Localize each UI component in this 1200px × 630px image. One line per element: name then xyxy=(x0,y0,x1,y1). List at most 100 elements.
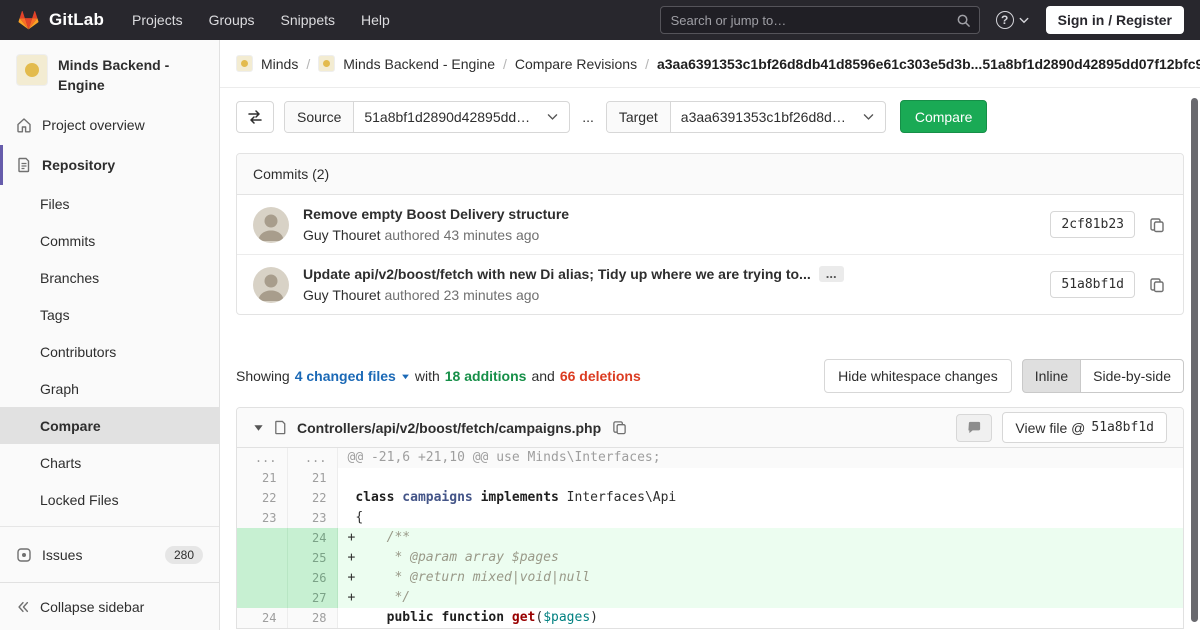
target-ref-dropdown[interactable]: a3aa6391353c1bf26d8d… xyxy=(671,102,885,132)
copy-sha-button[interactable] xyxy=(1147,215,1167,235)
sidebar-item-contributors[interactable]: Contributors xyxy=(0,333,219,370)
help-dropdown[interactable]: ? xyxy=(995,11,1030,29)
swap-revisions-button[interactable] xyxy=(236,100,274,133)
commit-author-link[interactable]: Guy Thouret xyxy=(303,227,381,243)
commit-title-link[interactable]: Update api/v2/boost/fetch with new Di al… xyxy=(303,266,811,282)
sidebar-item-files[interactable]: Files xyxy=(0,185,219,222)
diff-row: 23 23 { xyxy=(237,508,1183,528)
toggle-commit-description-button[interactable]: ... xyxy=(818,266,844,282)
sidebar-item-project-overview[interactable]: Project overview xyxy=(0,105,219,145)
diff-file-path[interactable]: Controllers/api/v2/boost/fetch/campaigns… xyxy=(297,420,601,436)
comment-icon xyxy=(967,420,982,435)
commit-sha-link[interactable]: 51a8bf1d xyxy=(1050,271,1135,298)
sidebar-item-branches[interactable]: Branches xyxy=(0,259,219,296)
changed-files-label: 4 changed files xyxy=(294,368,396,384)
view-file-button[interactable]: View file @ 51a8bf1d xyxy=(1002,412,1167,443)
repository-subnav: Files Commits Branches Tags Contributors… xyxy=(0,185,219,518)
and-label: and xyxy=(531,368,555,384)
copy-icon xyxy=(1149,217,1165,233)
nav-item-groups[interactable]: Groups xyxy=(209,12,255,28)
collapse-sidebar-button[interactable]: Collapse sidebar xyxy=(0,582,219,630)
new-line-number[interactable]: 27 xyxy=(287,588,338,608)
commit-meta: Guy Thouret authored 43 minutes ago xyxy=(303,227,569,243)
commit-author-link[interactable]: Guy Thouret xyxy=(303,287,381,303)
file-icon xyxy=(273,420,288,435)
new-line-number[interactable]: 22 xyxy=(287,488,338,508)
new-line-number[interactable]: 25 xyxy=(287,548,338,568)
sidebar-project-link[interactable]: Minds Backend - Engine xyxy=(0,40,219,105)
diff-row: ...... @@ -21,6 +21,10 @@ use Minds\Inter… xyxy=(237,448,1183,468)
search-box xyxy=(659,6,980,34)
caret-down-icon xyxy=(401,372,410,381)
collapse-file-caret-icon[interactable] xyxy=(253,422,264,433)
code-token: { xyxy=(355,510,364,525)
scrollbar[interactable] xyxy=(1191,98,1198,622)
sidebar-item-graph[interactable]: Graph xyxy=(0,370,219,407)
code-cell: + */ xyxy=(337,588,1183,608)
repository-icon xyxy=(16,157,32,173)
commit-title-link[interactable]: Remove empty Boost Delivery structure xyxy=(303,206,569,222)
sidebar-item-charts[interactable]: Charts xyxy=(0,444,219,481)
source-input-group: Source 51a8bf1d2890d42895dd… xyxy=(284,100,571,133)
old-line-number[interactable]: 22 xyxy=(237,488,288,508)
diff-row: 25 + * @param array $pages xyxy=(237,548,1183,568)
sidebar-item-commits[interactable]: Commits xyxy=(0,222,219,259)
breadcrumb-compare-revisions[interactable]: Compare Revisions xyxy=(515,56,637,72)
commit-author-avatar[interactable] xyxy=(253,266,289,303)
diff-file-panel: Controllers/api/v2/boost/fetch/campaigns… xyxy=(236,407,1184,629)
sidebar-item-issues[interactable]: Issues 280 xyxy=(0,535,219,575)
sidebar-item-compare[interactable]: Compare xyxy=(0,407,219,445)
code-cell: public function get($pages) xyxy=(337,608,1183,628)
new-line-number[interactable]: 28 xyxy=(287,608,338,628)
toggle-comments-button[interactable] xyxy=(956,413,993,442)
side-by-side-view-button[interactable]: Side-by-side xyxy=(1080,359,1184,393)
nav-item-help[interactable]: Help xyxy=(361,12,390,28)
diff-table: ...... @@ -21,6 +21,10 @@ use Minds\Inter… xyxy=(237,448,1183,628)
old-line-number[interactable] xyxy=(237,588,288,608)
old-line-number[interactable]: ... xyxy=(237,448,288,468)
old-line-number[interactable] xyxy=(237,548,288,568)
diff-row: 27 + */ xyxy=(237,588,1183,608)
code-token: get xyxy=(511,610,536,625)
commit-sha-link[interactable]: 2cf81b23 xyxy=(1050,211,1135,238)
sidebar-item-tags[interactable]: Tags xyxy=(0,296,219,333)
copy-sha-button[interactable] xyxy=(1147,275,1167,295)
sign-in-button[interactable]: Sign in / Register xyxy=(1045,6,1184,34)
old-line-number[interactable] xyxy=(237,568,288,588)
old-line-number[interactable]: 21 xyxy=(237,468,288,488)
nav-menu: Projects Groups Snippets Help xyxy=(132,12,390,28)
breadcrumb-group[interactable]: Minds xyxy=(261,56,298,72)
sidebar-item-repository[interactable]: Repository xyxy=(0,145,219,186)
search-input[interactable] xyxy=(660,7,979,33)
sidebar-item-locked-files[interactable]: Locked Files xyxy=(0,481,219,518)
copy-icon xyxy=(612,420,627,435)
changed-files-dropdown[interactable]: 4 changed files xyxy=(295,368,410,384)
breadcrumb-project[interactable]: Minds Backend - Engine xyxy=(343,56,495,72)
new-line-number[interactable]: 23 xyxy=(287,508,338,528)
breadcrumb-current-range: a3aa6391353c1bf26d8db41d8596e61c303e5d3b… xyxy=(656,55,1200,72)
new-line-number[interactable]: 21 xyxy=(287,468,338,488)
copy-file-path-button[interactable] xyxy=(610,418,629,437)
old-line-number[interactable]: 24 xyxy=(237,608,288,628)
code-token: ) xyxy=(590,610,598,625)
old-line-number[interactable] xyxy=(237,528,288,548)
commit-author-avatar[interactable] xyxy=(253,206,289,243)
new-line-number[interactable]: 26 xyxy=(287,568,338,588)
compare-button[interactable]: Compare xyxy=(899,100,988,133)
view-file-sha: 51a8bf1d xyxy=(1091,420,1154,435)
sidebar: Minds Backend - Engine Project overview … xyxy=(0,40,220,630)
gitlab-logo-link[interactable]: GitLab xyxy=(16,8,104,32)
additions-count: 18 additions xyxy=(444,368,527,384)
commit-actions: 51a8bf1d xyxy=(1050,271,1167,298)
source-ref-dropdown[interactable]: 51a8bf1d2890d42895dd… xyxy=(354,102,569,132)
new-line-number[interactable]: ... xyxy=(287,448,338,468)
diff-file-actions: View file @ 51a8bf1d xyxy=(956,412,1167,443)
commit-actions: 2cf81b23 xyxy=(1050,211,1167,238)
sidebar-label-repository: Repository xyxy=(42,157,116,174)
inline-view-button[interactable]: Inline xyxy=(1021,359,1082,393)
nav-item-projects[interactable]: Projects xyxy=(132,12,183,28)
new-line-number[interactable]: 24 xyxy=(287,528,338,548)
hide-whitespace-button[interactable]: Hide whitespace changes xyxy=(824,359,1012,393)
nav-item-snippets[interactable]: Snippets xyxy=(281,12,335,28)
old-line-number[interactable]: 23 xyxy=(237,508,288,528)
